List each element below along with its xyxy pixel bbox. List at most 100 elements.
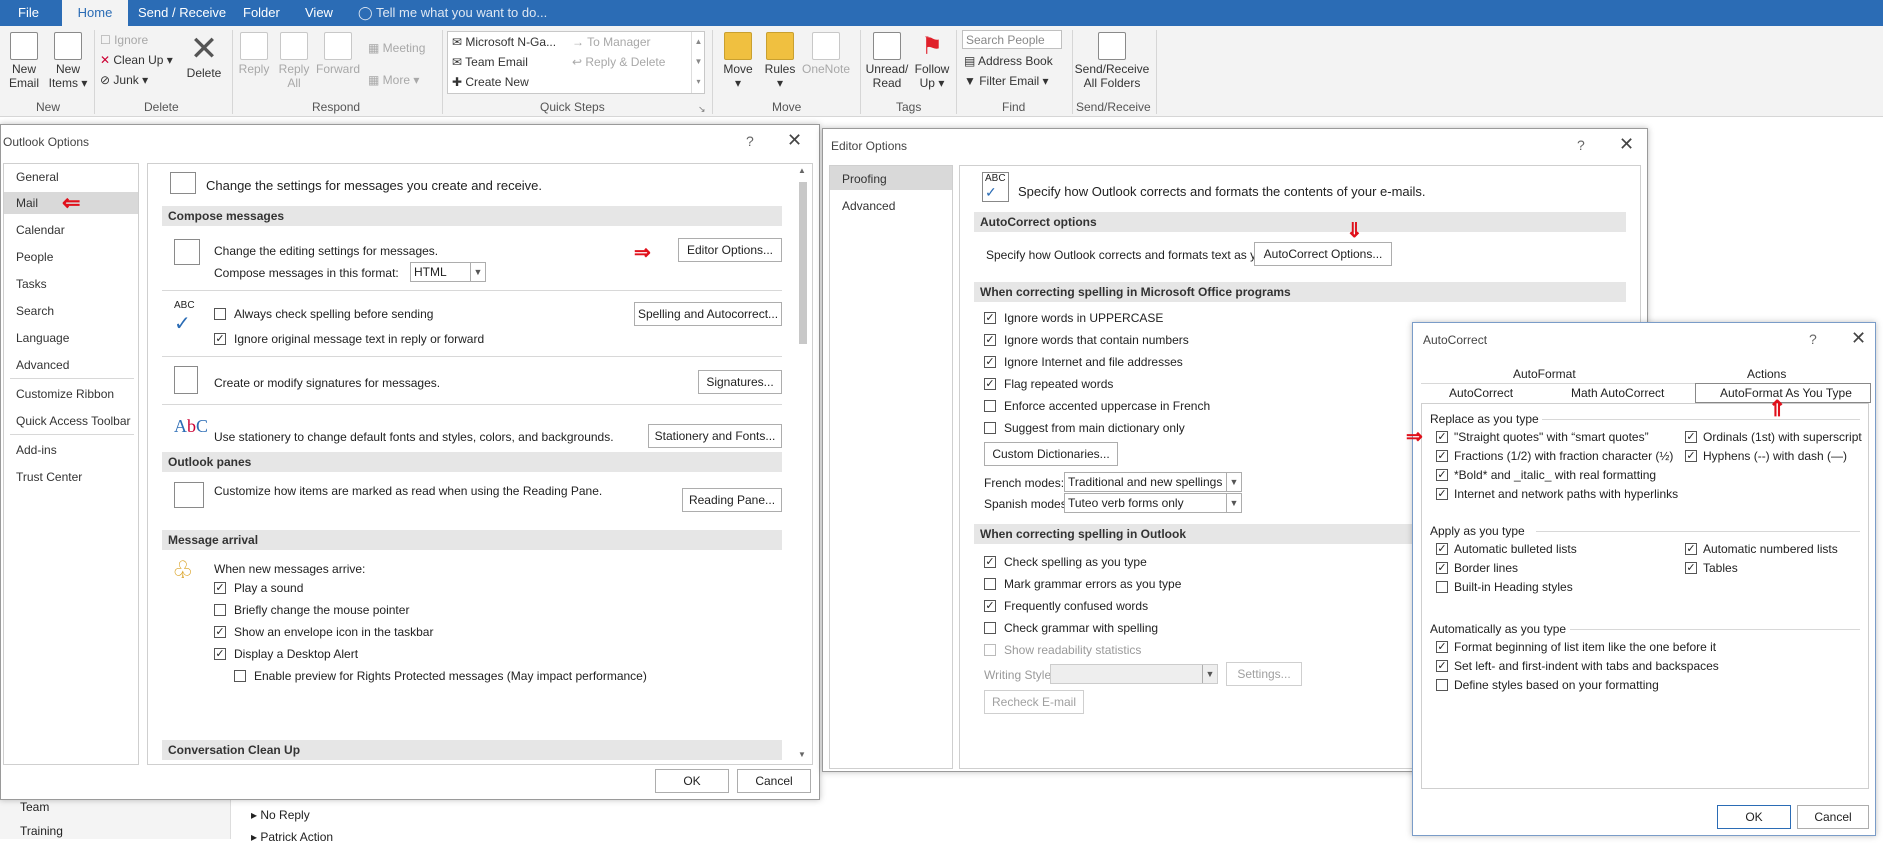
- nav-mail[interactable]: Mail: [16, 196, 38, 210]
- tab-send-receive[interactable]: Send / Receive: [138, 0, 226, 26]
- ignore-original-checkbox[interactable]: ✓: [214, 333, 226, 345]
- check-spelling-checkbox[interactable]: ✓: [984, 556, 996, 568]
- custom-dictionaries-button[interactable]: Custom Dictionaries...: [984, 442, 1118, 466]
- nav-people[interactable]: People: [16, 250, 53, 264]
- nav-quick-access-toolbar[interactable]: Quick Access Toolbar: [16, 414, 131, 428]
- border-lines-checkbox[interactable]: ✓: [1436, 562, 1448, 574]
- scroll-up-icon[interactable]: ▲: [798, 166, 806, 175]
- settings-button[interactable]: Settings...: [1226, 662, 1302, 686]
- cancel-button[interactable]: Cancel: [737, 769, 811, 793]
- search-people-input[interactable]: Search People: [962, 30, 1062, 49]
- hyphens-checkbox[interactable]: ✓: [1685, 450, 1697, 462]
- help-icon[interactable]: ?: [746, 133, 754, 149]
- main-dictionary-checkbox[interactable]: [984, 422, 996, 434]
- ordinals-checkbox[interactable]: ✓: [1685, 431, 1697, 443]
- mark-grammar-checkbox[interactable]: [984, 578, 996, 590]
- folder-item-team[interactable]: Team: [20, 800, 49, 814]
- nav-proofing[interactable]: Proofing: [842, 172, 887, 186]
- meeting-button[interactable]: ▦ Meeting: [368, 40, 425, 56]
- bulleted-lists-checkbox[interactable]: ✓: [1436, 543, 1448, 555]
- writing-style-select[interactable]: ▼: [1050, 664, 1218, 684]
- french-uppercase-checkbox[interactable]: [984, 400, 996, 412]
- grammar-spelling-checkbox[interactable]: [984, 622, 996, 634]
- tab-actions[interactable]: Actions: [1747, 367, 1786, 381]
- tab-view[interactable]: View: [305, 0, 333, 26]
- dialog-launcher-icon[interactable]: ↘: [698, 104, 706, 115]
- list-item[interactable]: ▸ Patrick Action: [251, 830, 333, 844]
- cancel-button[interactable]: Cancel: [1797, 805, 1869, 829]
- send-receive-all-button[interactable]: Send/Receive All Folders: [1072, 32, 1152, 90]
- options-scrollbar[interactable]: ▲ ▼: [796, 166, 810, 762]
- enable-preview-checkbox[interactable]: [234, 670, 246, 682]
- quick-step-reply-delete[interactable]: ↩ Reply & Delete: [572, 54, 665, 70]
- editor-options-button[interactable]: Editor Options...: [678, 238, 782, 262]
- nav-tasks[interactable]: Tasks: [16, 277, 47, 291]
- delete-button[interactable]: ✕ Delete: [184, 32, 224, 80]
- tables-checkbox[interactable]: ✓: [1685, 562, 1697, 574]
- confused-words-checkbox[interactable]: ✓: [984, 600, 996, 612]
- ignore-button[interactable]: ☐ Ignore: [100, 32, 148, 48]
- reply-all-button[interactable]: Reply All: [278, 32, 310, 90]
- ok-button[interactable]: OK: [1717, 805, 1791, 829]
- tab-folder[interactable]: Folder: [243, 0, 280, 26]
- autocorrect-options-button[interactable]: AutoCorrect Options...: [1254, 242, 1392, 266]
- nav-general[interactable]: General: [16, 170, 59, 184]
- filter-email-button[interactable]: ▼ Filter Email ▾: [964, 73, 1049, 89]
- quick-step-to-manager[interactable]: → To Manager: [572, 34, 651, 50]
- numbered-lists-checkbox[interactable]: ✓: [1685, 543, 1697, 555]
- desktop-alert-checkbox[interactable]: ✓: [214, 648, 226, 660]
- help-icon[interactable]: ?: [1809, 331, 1817, 347]
- tab-home[interactable]: Home: [62, 0, 128, 26]
- bold-italic-checkbox[interactable]: ✓: [1436, 469, 1448, 481]
- more-respond-button[interactable]: ▦ More ▾: [368, 72, 419, 88]
- nav-advanced[interactable]: Advanced: [842, 199, 895, 213]
- repeated-words-checkbox[interactable]: ✓: [984, 378, 996, 390]
- uppercase-checkbox[interactable]: ✓: [984, 312, 996, 324]
- list-item[interactable]: ▸ No Reply: [251, 808, 310, 822]
- nav-search[interactable]: Search: [16, 304, 54, 318]
- stationery-fonts-button[interactable]: Stationery and Fonts...: [648, 424, 782, 448]
- define-styles-checkbox[interactable]: [1436, 679, 1448, 691]
- new-email-button[interactable]: New Email: [6, 32, 42, 90]
- nav-advanced[interactable]: Advanced: [16, 358, 69, 372]
- scroll-thumb[interactable]: [799, 182, 807, 344]
- nav-calendar[interactable]: Calendar: [16, 223, 65, 237]
- help-icon[interactable]: ?: [1577, 137, 1585, 153]
- spelling-autocorrect-button[interactable]: Spelling and Autocorrect...: [634, 302, 782, 326]
- quick-step-create-new[interactable]: ✚ Create New: [452, 74, 529, 90]
- envelope-icon-checkbox[interactable]: ✓: [214, 626, 226, 638]
- reply-button[interactable]: Reply: [238, 32, 270, 76]
- recheck-email-button[interactable]: Recheck E-mail: [984, 690, 1084, 714]
- french-modes-select[interactable]: Traditional and new spellings ▼: [1064, 472, 1242, 492]
- compose-format-select[interactable]: HTML ▼: [410, 262, 486, 282]
- indent-checkbox[interactable]: ✓: [1436, 660, 1448, 672]
- junk-button[interactable]: ⊘ Junk ▾: [100, 72, 148, 88]
- ok-button[interactable]: OK: [655, 769, 729, 793]
- format-list-item-checkbox[interactable]: ✓: [1436, 641, 1448, 653]
- nav-add-ins[interactable]: Add-ins: [16, 443, 57, 457]
- close-icon[interactable]: ✕: [1619, 134, 1634, 155]
- change-pointer-checkbox[interactable]: [214, 604, 226, 616]
- quick-step-team-email[interactable]: ✉ Team Email: [452, 54, 528, 70]
- close-icon[interactable]: ✕: [1851, 328, 1866, 349]
- address-book-button[interactable]: ▤ Address Book: [964, 53, 1053, 69]
- new-items-button[interactable]: New Items ▾: [48, 32, 88, 90]
- numbers-checkbox[interactable]: ✓: [984, 334, 996, 346]
- nav-trust-center[interactable]: Trust Center: [16, 470, 82, 484]
- nav-language[interactable]: Language: [16, 331, 69, 345]
- tell-me-search[interactable]: ◯ Tell me what you want to do...: [358, 0, 547, 26]
- heading-styles-checkbox[interactable]: [1436, 581, 1448, 593]
- scroll-down-icon[interactable]: ▼: [798, 750, 806, 759]
- clean-up-button[interactable]: ✕ Clean Up ▾: [100, 52, 173, 68]
- nav-customize-ribbon[interactable]: Customize Ribbon: [16, 387, 114, 401]
- unread-read-button[interactable]: Unread/ Read: [864, 32, 910, 90]
- straight-quotes-checkbox[interactable]: ✓: [1436, 431, 1448, 443]
- forward-button[interactable]: Forward: [316, 32, 360, 76]
- rules-button[interactable]: Rules ▾: [760, 32, 800, 90]
- gallery-scroll[interactable]: ▲ ▼ ▾: [691, 32, 705, 93]
- spanish-modes-select[interactable]: Tuteo verb forms only ▼: [1064, 493, 1242, 513]
- fractions-checkbox[interactable]: ✓: [1436, 450, 1448, 462]
- tab-file[interactable]: File: [18, 0, 39, 26]
- reading-pane-button[interactable]: Reading Pane...: [682, 488, 782, 512]
- move-button[interactable]: Move ▾: [718, 32, 758, 90]
